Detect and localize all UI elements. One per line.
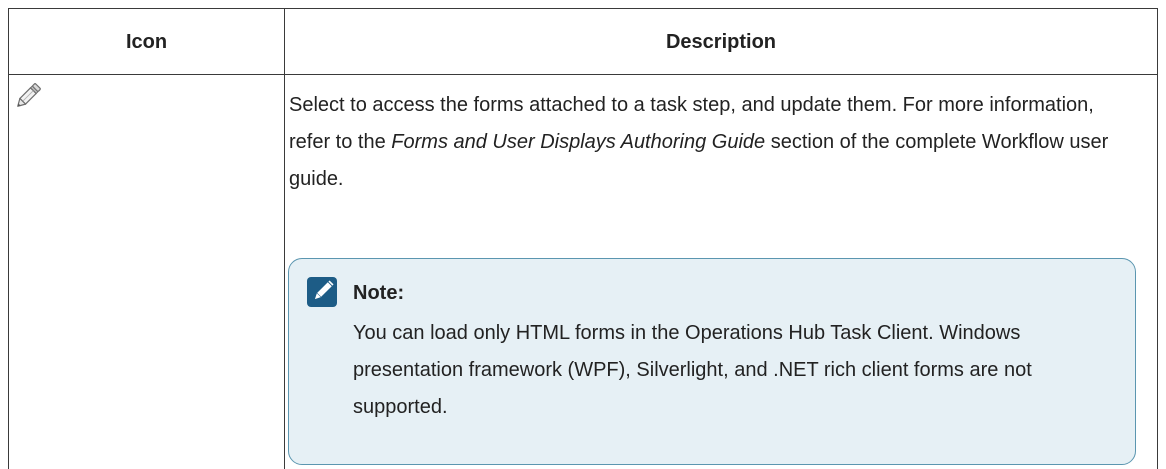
table-header-row: Icon Description xyxy=(9,9,1157,75)
column-divider xyxy=(284,9,285,469)
note-title: Note: xyxy=(353,282,405,304)
guide-title: Forms and User Displays Authoring Guide xyxy=(391,131,766,153)
note-body: You can load only HTML forms in the Oper… xyxy=(353,322,1032,418)
pencil-icon xyxy=(12,80,44,112)
header-icon: Icon xyxy=(125,31,168,53)
row-description: Select to access the forms attached to a… xyxy=(289,87,1139,198)
header-description: Description xyxy=(665,31,777,53)
note-callout: Note: You can load only HTML forms in th… xyxy=(288,258,1136,465)
edit-note-icon xyxy=(307,277,337,307)
